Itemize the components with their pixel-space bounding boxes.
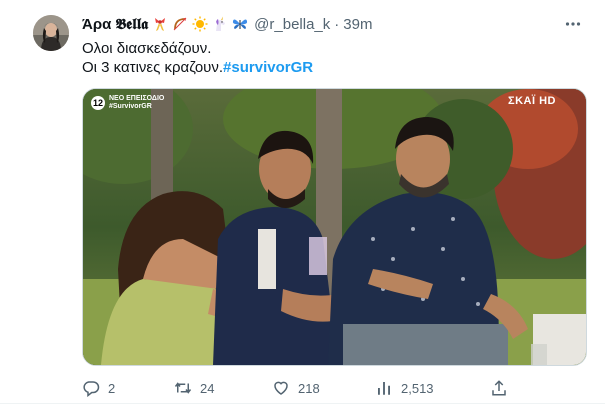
age-rating-badge: 12 bbox=[91, 96, 105, 110]
unicorn-emoji bbox=[216, 16, 226, 31]
heart-icon bbox=[274, 381, 288, 395]
tweet-text: Ολοι διασκεδάζουν. Οι 3 κατινες κραζουν.… bbox=[82, 39, 575, 77]
retweet-count: 24 bbox=[200, 380, 215, 396]
tweet-header: Άρα 𝕭𝖊𝖑𝖑𝖆 @r_bella_k · 39m bbox=[82, 14, 583, 34]
tweet-text-line-2: Οι 3 κατινες κραζουν.#survivorGR bbox=[82, 58, 575, 77]
like-button[interactable]: 218 bbox=[272, 379, 375, 397]
overlay-new-episode: ΝΕΟ ΕΠΕΙΣΟΔΙΟ bbox=[109, 95, 165, 102]
avatar[interactable] bbox=[33, 15, 69, 51]
reply-icon bbox=[83, 381, 100, 397]
ribbon-emoji bbox=[155, 18, 166, 31]
retweet-icon bbox=[174, 382, 192, 394]
tweet-media-image[interactable]: 12 ΝΕΟ ΕΠΕΙΣΟΔΙΟ #SurvivorGR ΣΚΑΪ HD bbox=[82, 88, 587, 366]
tweet-text-line-2-body: Οι 3 κατινες κραζουν. bbox=[82, 59, 224, 76]
episode-overlay: 12 ΝΕΟ ΕΠΕΙΣΟΔΙΟ #SurvivorGR bbox=[91, 95, 164, 111]
channel-logo: ΣΚΑΪ HD bbox=[508, 95, 556, 107]
bow-and-arrow-emoji bbox=[173, 17, 187, 31]
views-count: 2,513 bbox=[401, 380, 434, 396]
overlay-hashtag: #SurvivorGR bbox=[109, 103, 152, 110]
timestamp[interactable]: 39m bbox=[343, 16, 372, 33]
tweet-text-line-1: Ολοι διασκεδάζουν. bbox=[82, 40, 212, 57]
views-chart-icon bbox=[378, 382, 390, 395]
retweet-button[interactable]: 24 bbox=[174, 379, 272, 397]
views-button[interactable]: 2,513 bbox=[375, 379, 490, 397]
more-options-button[interactable] bbox=[563, 14, 583, 34]
user-handle[interactable]: @r_bella_k bbox=[254, 16, 330, 33]
share-button[interactable] bbox=[490, 379, 510, 397]
hashtag-link[interactable]: #survivorGR bbox=[223, 59, 313, 76]
reply-count: 2 bbox=[108, 380, 116, 396]
share-icon bbox=[492, 380, 506, 396]
sun-emoji bbox=[192, 16, 208, 32]
butterfly-emoji bbox=[233, 19, 248, 29]
like-count: 218 bbox=[298, 380, 320, 396]
reply-button[interactable]: 2 bbox=[82, 379, 174, 397]
name-emojis bbox=[152, 16, 248, 32]
display-name[interactable]: Άρα 𝕭𝖊𝖑𝖑𝖆 bbox=[82, 16, 148, 33]
separator-dot: · bbox=[334, 15, 340, 33]
more-icon bbox=[565, 22, 581, 26]
tweet[interactable]: Άρα 𝕭𝖊𝖑𝖑𝖆 @r_bella_k · 39m Ολοι διασκεδά… bbox=[0, 0, 605, 404]
tweet-actions: 2 24 218 2,513 bbox=[82, 378, 512, 398]
